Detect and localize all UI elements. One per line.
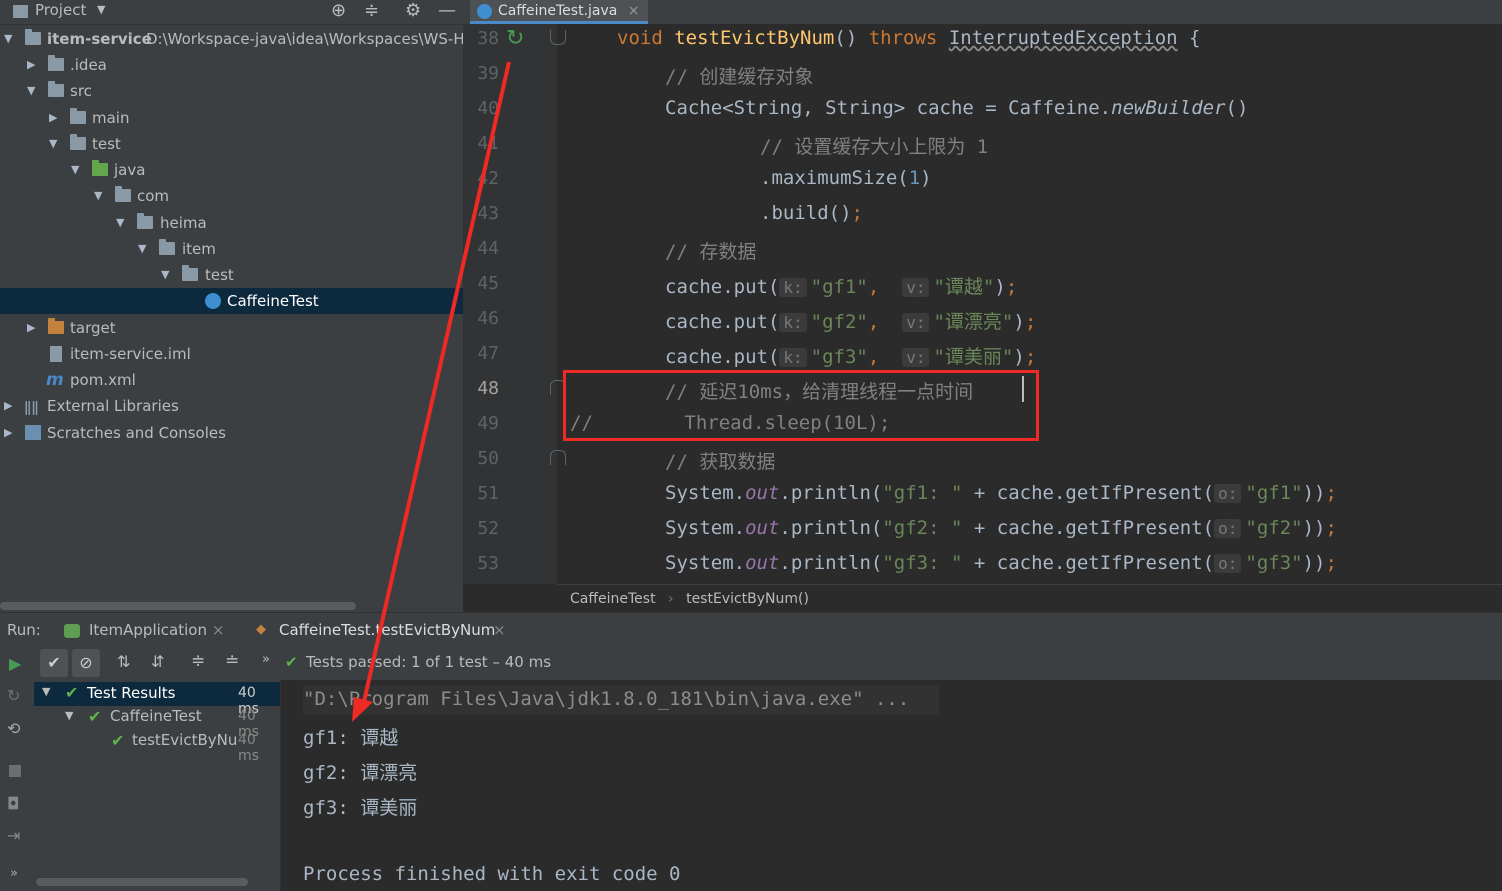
annotation-arrow (352, 61, 511, 722)
